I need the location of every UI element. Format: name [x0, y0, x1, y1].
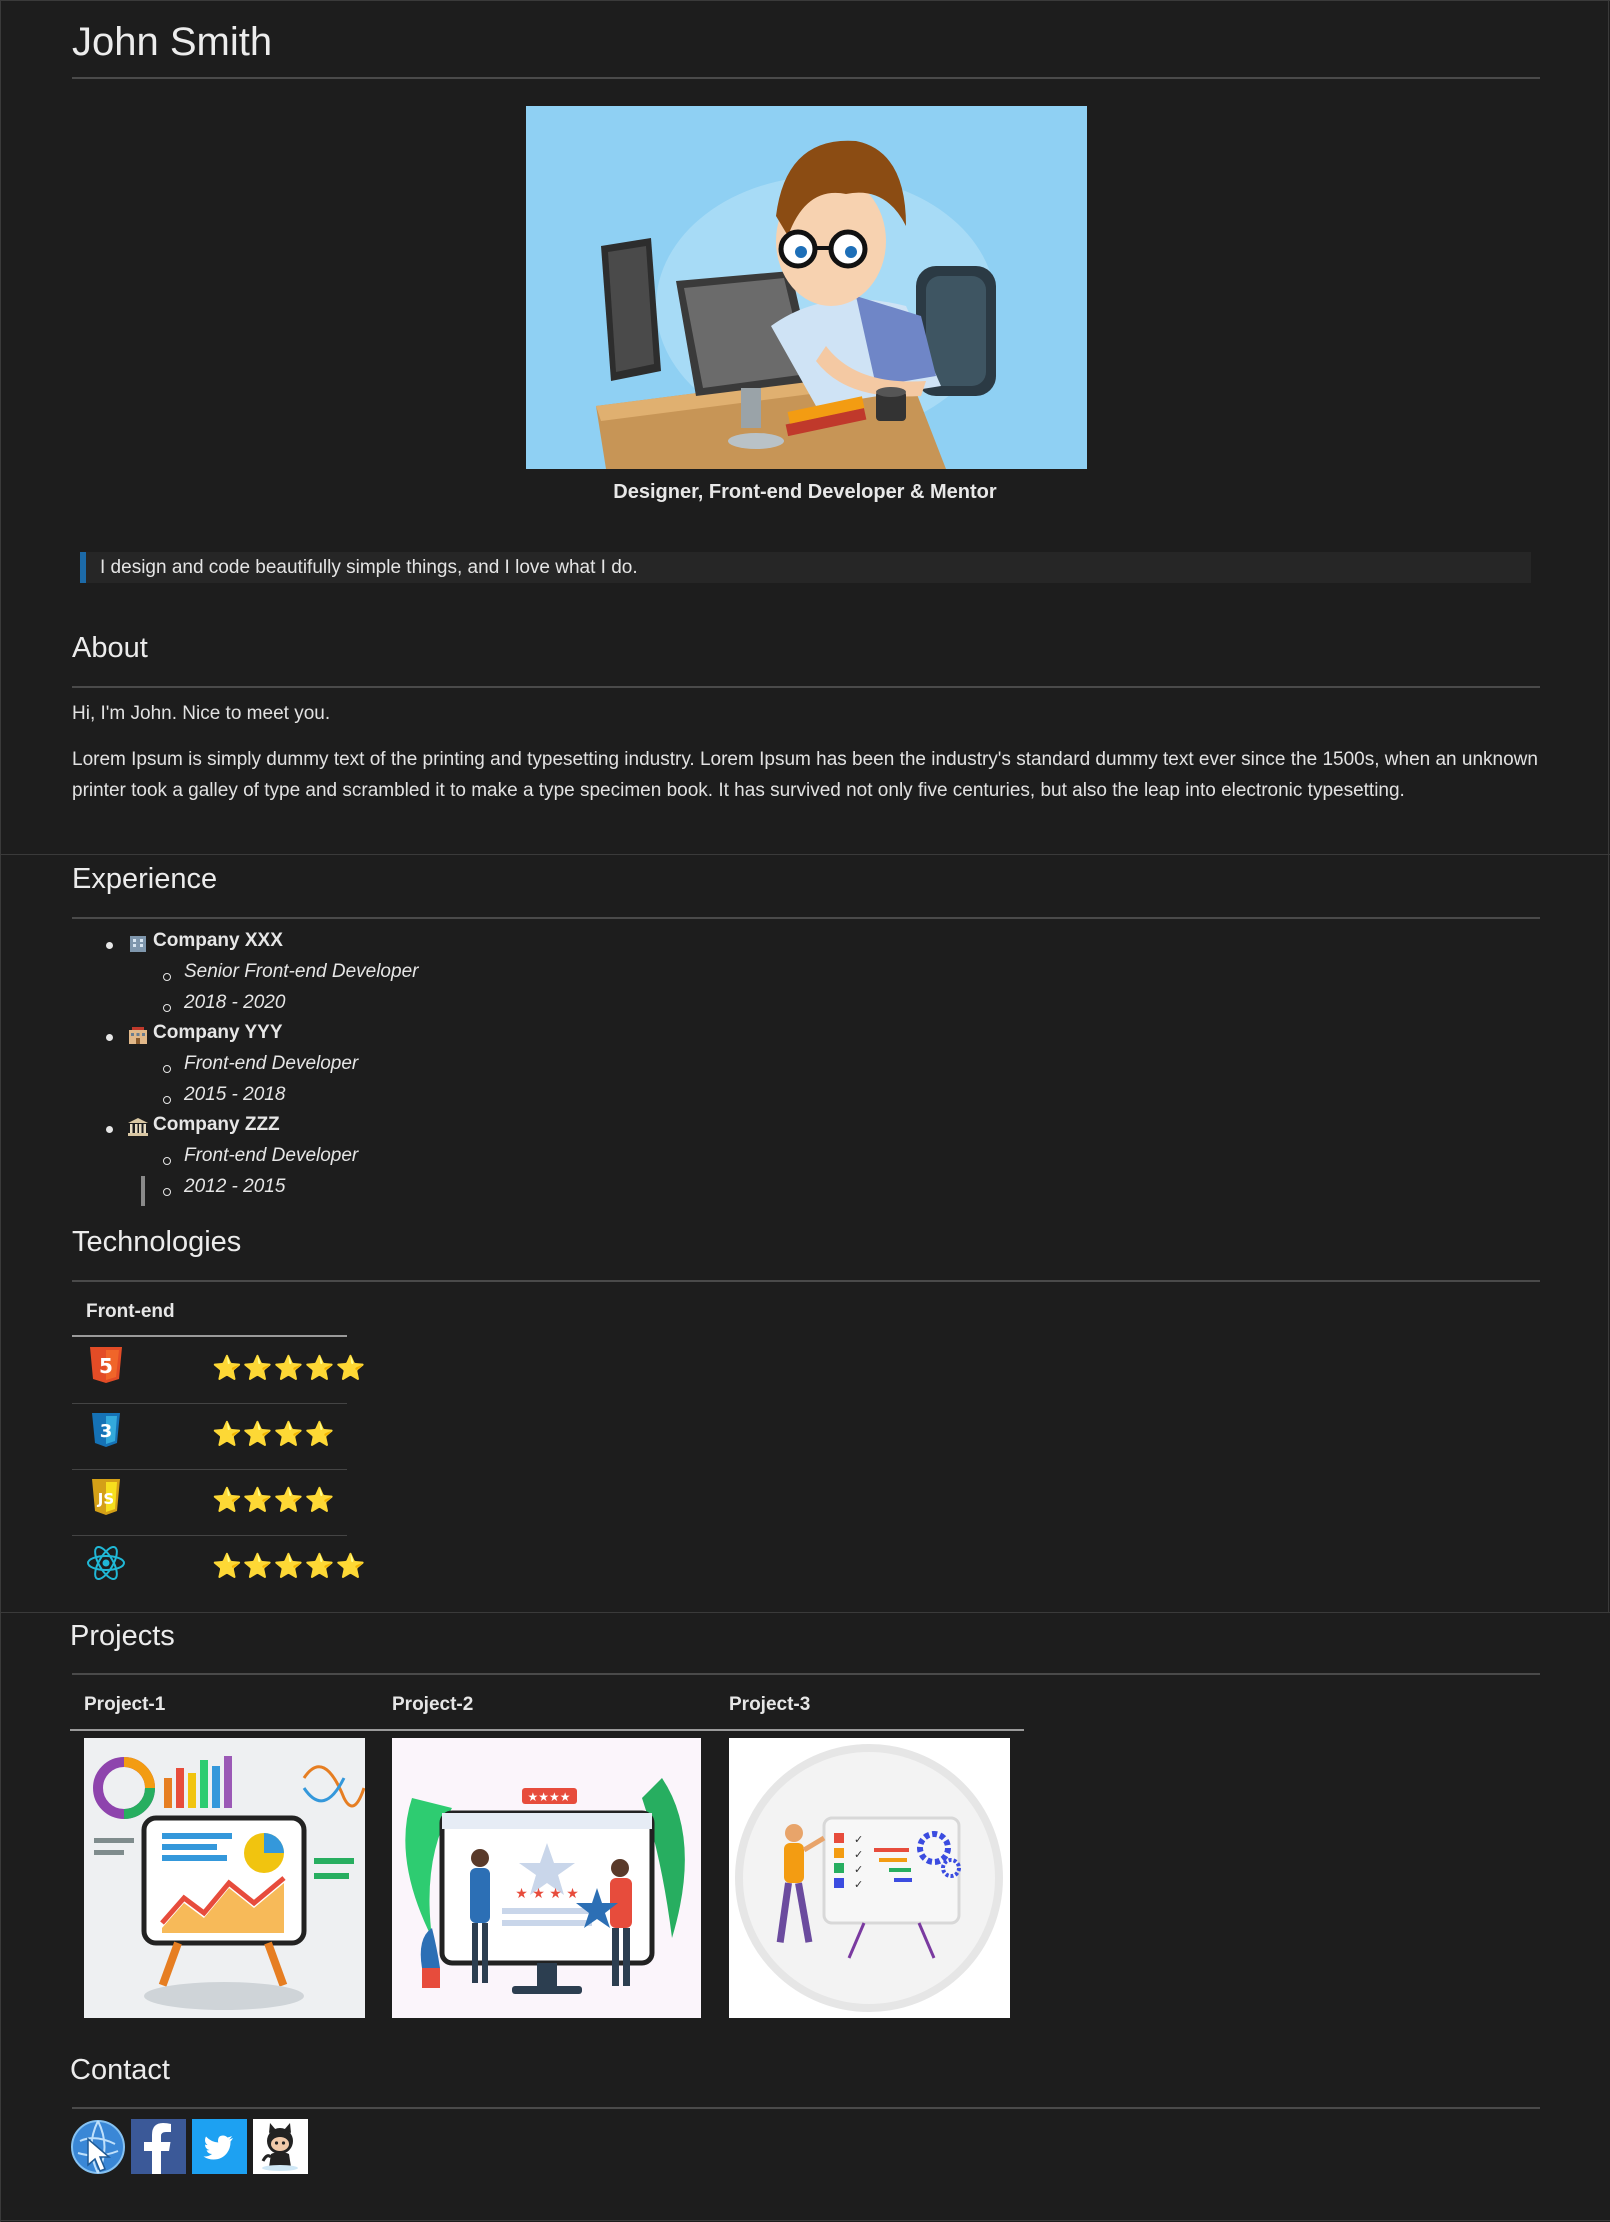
section-divider	[0, 854, 1610, 855]
rating-stars: ⭐⭐⭐⭐⭐	[212, 1553, 367, 1580]
project-3-thumbnail[interactable]: ✓ ✓ ✓ ✓	[729, 1738, 1010, 2018]
portfolio-page: John Smith Designer, Front-end Developer…	[0, 0, 1610, 2222]
react-icon	[87, 1546, 125, 1580]
svg-text:3: 3	[100, 1421, 113, 1442]
technologies-heading: Technologies	[72, 1226, 242, 1258]
tagline-text: I design and code beautifully simple thi…	[100, 557, 638, 578]
company-name: Company YYY	[153, 1022, 283, 1043]
rating-stars: ⭐⭐⭐⭐	[212, 1487, 336, 1514]
sub-bullet	[163, 1096, 171, 1104]
window-edge	[0, 0, 1610, 1]
svg-text:★ ★ ★ ★: ★ ★ ★ ★	[515, 1886, 579, 1902]
project-title: Project-3	[729, 1694, 811, 1715]
sub-bullet	[163, 1188, 171, 1196]
section-divider	[0, 1612, 1610, 1613]
bullet	[106, 1034, 113, 1041]
sub-bullet	[163, 1065, 171, 1073]
job-years: 2015 - 2018	[184, 1084, 286, 1105]
job-years: 2018 - 2020	[184, 992, 286, 1013]
github-icon[interactable]	[253, 2119, 308, 2174]
experience-heading: Experience	[72, 863, 218, 895]
company-name: Company XXX	[153, 930, 283, 951]
html5-icon: 5	[90, 1347, 122, 1383]
row-divider	[72, 1469, 347, 1470]
office-building-icon	[130, 936, 146, 952]
table-header: Front-end	[86, 1301, 175, 1322]
projects-rule	[72, 1673, 1540, 1675]
rating-stars: ⭐⭐⭐⭐	[212, 1421, 336, 1448]
hotel-building-icon	[129, 1027, 147, 1044]
project-1-thumbnail[interactable]	[84, 1738, 365, 2018]
projects-heading: Projects	[70, 1620, 175, 1652]
contact-heading: Contact	[70, 2054, 170, 2086]
job-role: Senior Front-end Developer	[184, 961, 419, 982]
page-title: John Smith	[72, 20, 273, 64]
about-greeting: Hi, I'm John. Nice to meet you.	[72, 703, 331, 724]
window-edge	[0, 0, 1, 2222]
experience-rule	[72, 917, 1540, 919]
svg-text:✓: ✓	[854, 1863, 863, 1876]
hero-caption: Designer, Front-end Developer & Mentor	[613, 481, 997, 503]
quote-bar	[141, 1176, 145, 1206]
title-rule	[72, 77, 1540, 79]
window-edge	[1608, 0, 1609, 1612]
project-title: Project-2	[392, 1694, 474, 1715]
job-role: Front-end Developer	[184, 1053, 359, 1074]
table-header-rule	[72, 1335, 347, 1337]
bullet	[106, 1126, 113, 1133]
classical-building-icon	[128, 1118, 148, 1136]
svg-text:✓: ✓	[854, 1878, 863, 1891]
row-divider	[72, 1403, 347, 1404]
svg-text:5: 5	[99, 1354, 113, 1378]
hero-image	[526, 106, 1087, 469]
svg-text:★★★★: ★★★★	[527, 1790, 570, 1804]
about-body: Lorem Ipsum is simply dummy text of the …	[72, 749, 1538, 801]
about-heading: About	[72, 632, 148, 664]
tagline-quote: I design and code beautifully simple thi…	[80, 552, 1531, 583]
website-icon[interactable]	[70, 2119, 125, 2174]
sub-bullet	[163, 973, 171, 981]
svg-text:✓: ✓	[854, 1833, 863, 1846]
table-header-rule	[70, 1729, 1024, 1731]
project-2-thumbnail[interactable]: ★★★★ ★ ★ ★ ★	[392, 1738, 701, 2018]
rating-stars: ⭐⭐⭐⭐⭐	[212, 1355, 367, 1382]
contact-rule	[72, 2107, 1540, 2109]
svg-text:✓: ✓	[854, 1848, 863, 1861]
svg-text:JS: JS	[97, 1490, 114, 1508]
about-rule	[72, 686, 1540, 688]
sub-bullet	[163, 1157, 171, 1165]
job-years: 2012 - 2015	[184, 1176, 286, 1197]
bullet	[106, 942, 113, 949]
row-divider	[72, 1535, 347, 1536]
company-name: Company ZZZ	[153, 1114, 280, 1135]
technologies-rule	[72, 1280, 1540, 1282]
job-role: Front-end Developer	[184, 1145, 359, 1166]
javascript-icon: JS	[92, 1479, 120, 1515]
sub-bullet	[163, 1004, 171, 1012]
css3-icon: 3	[92, 1413, 120, 1447]
twitter-icon[interactable]	[192, 2119, 247, 2174]
project-title: Project-1	[84, 1694, 166, 1715]
facebook-icon[interactable]	[131, 2119, 186, 2174]
window-edge	[0, 2220, 1610, 2221]
